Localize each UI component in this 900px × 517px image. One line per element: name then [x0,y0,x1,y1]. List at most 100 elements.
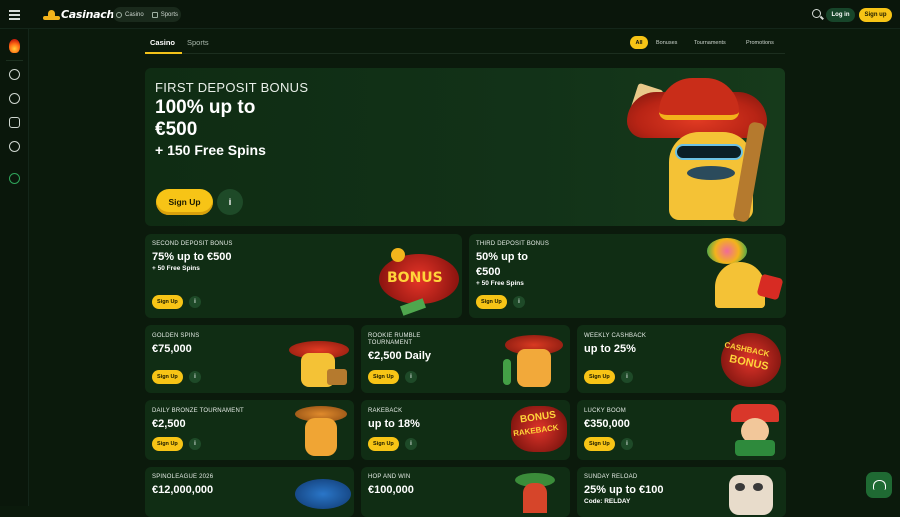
hero-amount-line2: €500 [155,119,198,140]
casino-switch[interactable]: Casino [116,11,144,18]
bronze-mascot-image [291,402,351,458]
filter-tournaments[interactable]: Tournaments [694,36,726,49]
fire-icon[interactable] [7,37,22,53]
hero-amount: 100% up to €500 [155,97,255,141]
promo-title: SECOND DEPOSIT BONUS [152,241,233,247]
cashback-bonus-image: CASHBACK BONUS [719,329,783,391]
filter-bonuses[interactable]: Bonuses [656,36,677,49]
search-icon[interactable] [812,9,821,18]
promo-title: SPINOLEAGUE 2026 [152,474,214,480]
sports-switch[interactable]: Sports [151,11,179,18]
sub-navigation: Casino Sports All Bonuses Tournaments Pr… [145,32,785,54]
promo-info-icon[interactable]: i [189,371,201,383]
login-button[interactable]: Log in [826,8,855,22]
spinoleague-image [295,479,351,509]
promo-amount: €350,000 [584,418,630,430]
promo-card-lucky-boom[interactable]: LUCKY BOOM €350,000 Sign Up i [577,400,786,460]
promo-info-icon[interactable]: i [405,371,417,383]
promo-title: GOLDEN SPINS [152,333,200,339]
promo-info-icon[interactable]: i [405,438,417,450]
promo-info-icon[interactable]: i [621,371,633,383]
promo-card-sunday-reload[interactable]: SUNDAY RELOAD 25% up to €100 Code: RELDA… [577,467,786,517]
promo-sub: + 50 Free Spins [152,265,200,272]
logo[interactable]: Casinacho [43,6,122,23]
promo-amount: 25% up to €100 [584,484,664,496]
hero-amount-line1: 100% up to [155,97,256,118]
hero-card-first-deposit[interactable]: FIRST DEPOSIT BONUS 100% up to €500 + 15… [145,68,785,226]
promo-card-rakeback[interactable]: RAKEBACK up to 18% Sign Up i BONUS RAKEB… [361,400,570,460]
promo-amount: €100,000 [368,484,414,496]
promo-card-daily-bronze[interactable]: DAILY BRONZE TOURNAMENT €2,500 Sign Up i [145,400,354,460]
promo-info-icon[interactable]: i [189,296,201,308]
promo-card-third-deposit[interactable]: THIRD DEPOSIT BONUS 50% up to €500 + 50 … [469,234,786,318]
filter-all[interactable]: All [630,36,648,49]
promo-title: WEEKLY CASHBACK [584,333,647,339]
sunday-reload-image [723,471,779,515]
casino-switch-label: Casino [125,11,144,18]
chip-icon[interactable] [9,69,20,80]
promo-info-icon[interactable]: i [189,438,201,450]
filter-promotions[interactable]: Promotions [746,36,774,49]
promo-info-icon[interactable]: i [621,438,633,450]
promo-card-second-deposit[interactable]: SECOND DEPOSIT BONUS 75% up to €500 + 50… [145,234,462,318]
promo-amount: 50% up to €500 [476,251,528,278]
tab-sports[interactable]: Sports [187,38,209,47]
promo-card-spinoleague[interactable]: SPINOLEAGUE 2026 €12,000,000 [145,467,354,517]
promo-title: ROOKIE RUMBLE TOURNAMENT [368,333,421,347]
lucky-boom-image [727,402,783,458]
promo-amount: up to 18% [368,418,420,430]
taco-mascot-image [701,236,785,316]
promo-signup-button[interactable]: Sign Up [152,437,183,451]
tab-active-indicator [145,52,182,54]
promo-title: SUNDAY RELOAD [584,474,638,480]
tennis-icon[interactable] [9,141,20,152]
promo-title-line2: TOURNAMENT [368,340,413,346]
promo-card-rookie-rumble[interactable]: ROOKIE RUMBLE TOURNAMENT €2,500 Daily Si… [361,325,570,393]
promo-title: THIRD DEPOSIT BONUS [476,241,550,247]
promo-signup-button[interactable]: Sign Up [152,295,183,309]
sidebar [0,29,29,506]
promo-title: HOP AND WIN [368,474,411,480]
rakeback-bonus-image: BONUS RAKEBACK [509,402,569,458]
top-bar: Casinacho Casino Sports Log in Sign up [0,0,900,29]
promo-title: RAKEBACK [368,408,403,414]
promo-amount-line2: €500 [476,266,501,278]
bonus-badge-text: BONUS [387,270,443,286]
bonus-badge-image: BONUS [379,244,459,316]
promo-title-line1: ROOKIE RUMBLE [368,333,421,339]
menu-icon[interactable] [9,10,20,20]
promo-card-hop-and-win[interactable]: HOP AND WIN €100,000 [361,467,570,517]
promo-signup-button[interactable]: Sign Up [584,437,615,451]
promo-amount: €2,500 [152,418,186,430]
promo-amount: 75% up to €500 [152,251,232,263]
promo-amount: €75,000 [152,343,192,355]
promo-amount: up to 25% [584,343,636,355]
promo-signup-button[interactable]: Sign Up [476,295,507,309]
promo-signup-button[interactable]: Sign Up [152,370,183,384]
golden-spins-image [287,329,351,391]
rookie-mascot-image [501,329,567,391]
cards-icon[interactable] [9,117,20,128]
product-switcher: Casino Sports [113,7,182,22]
promo-info-icon[interactable]: i [513,296,525,308]
roulette-icon[interactable] [9,93,20,104]
sports-switch-label: Sports [160,11,179,18]
tab-casino[interactable]: Casino [150,38,175,47]
promo-signup-button[interactable]: Sign Up [584,370,615,384]
sombrero-icon [43,8,60,22]
hero-title: FIRST DEPOSIT BONUS [155,80,309,95]
promo-card-weekly-cashback[interactable]: WEEKLY CASHBACK up to 25% Sign Up i CASH… [577,325,786,393]
sidebar-divider [6,60,23,61]
signup-button[interactable]: Sign up [859,8,892,22]
promo-title: DAILY BRONZE TOURNAMENT [152,408,244,414]
hero-signup-button[interactable]: Sign Up [156,189,213,215]
promo-title: LUCKY BOOM [584,408,626,414]
hero-extra: + 150 Free Spins [155,142,266,158]
hero-info-button[interactable]: i [217,189,243,215]
support-icon[interactable] [9,173,20,184]
promo-amount-line1: 50% up to [476,251,528,263]
promo-signup-button[interactable]: Sign Up [368,437,399,451]
promo-signup-button[interactable]: Sign Up [368,370,399,384]
promo-card-golden-spins[interactable]: GOLDEN SPINS €75,000 Sign Up i [145,325,354,393]
live-chat-button[interactable] [866,472,892,498]
